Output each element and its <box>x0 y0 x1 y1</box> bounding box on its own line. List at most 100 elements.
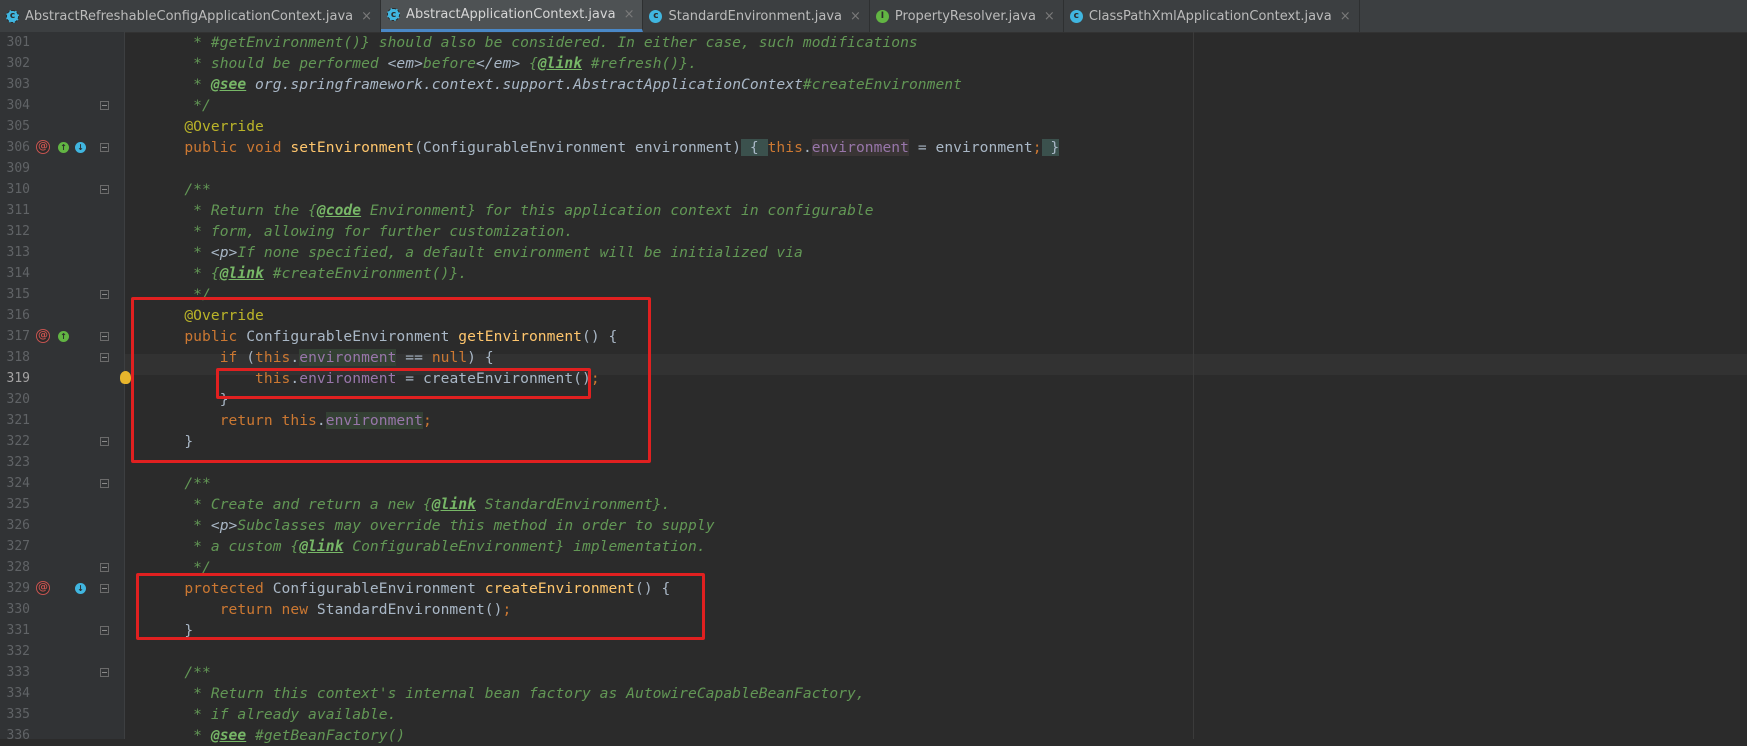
fold-end-icon[interactable] <box>100 563 109 572</box>
code-text[interactable]: * @see org.springframework.context.suppo… <box>149 74 962 95</box>
implements-method-icon[interactable]: ↓ <box>75 583 86 594</box>
line-number[interactable]: 331 <box>0 620 30 641</box>
code-text[interactable]: * should be performed <em>before</em> {@… <box>149 53 697 74</box>
close-tab-icon[interactable]: × <box>1340 9 1351 24</box>
line-number[interactable]: 327 <box>0 536 30 557</box>
annotation-marker-icon[interactable]: @ <box>36 140 50 154</box>
fold-end-icon[interactable] <box>100 101 109 110</box>
tab-label: AbstractRefreshableConfigApplicationCont… <box>25 8 354 24</box>
code-line: 312 * form, allowing for further customi… <box>0 221 1747 242</box>
fold-start-icon[interactable] <box>100 668 109 677</box>
annotation-marker-icon[interactable]: @ <box>36 329 50 343</box>
line-number[interactable]: 310 <box>0 179 30 200</box>
line-number[interactable]: 312 <box>0 221 30 242</box>
line-number[interactable]: 323 <box>0 452 30 473</box>
code-text[interactable]: @Override <box>149 116 264 137</box>
interface-file-icon: I <box>875 9 889 23</box>
tab-property-resolver[interactable]: I PropertyResolver.java × <box>870 0 1064 32</box>
fold-start-icon[interactable] <box>100 332 109 341</box>
code-text[interactable]: /** <box>149 662 211 683</box>
fold-end-icon[interactable] <box>100 437 109 446</box>
editor-tab-bar: c AbstractRefreshableConfigApplicationCo… <box>0 0 1747 33</box>
line-number[interactable]: 314 <box>0 263 30 284</box>
code-text[interactable]: * <p>Subclasses may override this method… <box>149 515 715 536</box>
line-number[interactable]: 305 <box>0 116 30 137</box>
intention-bulb-icon[interactable] <box>120 371 131 384</box>
line-number[interactable]: 318 <box>0 347 30 368</box>
line-number[interactable]: 330 <box>0 599 30 620</box>
line-number[interactable]: 328 <box>0 557 30 578</box>
line-number[interactable]: 301 <box>0 32 30 53</box>
fold-end-icon[interactable] <box>100 626 109 635</box>
code-line: 303 * @see org.springframework.context.s… <box>0 74 1747 95</box>
line-number[interactable]: 333 <box>0 662 30 683</box>
code-line: 306 @ ↑ ↓ public void setEnvironment(Con… <box>0 137 1747 158</box>
line-number[interactable]: 319 <box>0 368 30 389</box>
tab-label: PropertyResolver.java <box>894 8 1036 24</box>
line-number[interactable]: 302 <box>0 53 30 74</box>
line-number[interactable]: 335 <box>0 704 30 725</box>
line-number[interactable]: 326 <box>0 515 30 536</box>
code-editor[interactable]: 301 * #getEnvironment()} should also be … <box>0 32 1747 744</box>
line-number[interactable]: 303 <box>0 74 30 95</box>
overrides-method-icon[interactable]: ↑ <box>58 142 69 153</box>
code-text[interactable]: * Return the {@code Environment} for thi… <box>149 200 874 221</box>
code-text[interactable]: /** <box>149 473 211 494</box>
code-text[interactable]: * form, allowing for further customizati… <box>149 221 573 242</box>
code-line: 314 * {@link #createEnvironment()}. <box>0 263 1747 284</box>
close-tab-icon[interactable]: × <box>361 9 372 24</box>
line-number[interactable]: 324 <box>0 473 30 494</box>
code-line: 335 * if already available. <box>0 704 1747 725</box>
code-text[interactable]: * a custom {@link ConfigurableEnvironmen… <box>149 536 706 557</box>
line-number[interactable]: 320 <box>0 389 30 410</box>
line-number[interactable]: 315 <box>0 284 30 305</box>
line-number[interactable]: 322 <box>0 431 30 452</box>
code-line: 336 * @see #getBeanFactory() <box>0 725 1747 746</box>
line-number[interactable]: 332 <box>0 641 30 662</box>
tab-class-path-xml-application-context[interactable]: c ClassPathXmlApplicationContext.java × <box>1064 0 1360 32</box>
line-number[interactable]: 309 <box>0 158 30 179</box>
annotation-marker-icon[interactable]: @ <box>36 581 50 595</box>
line-number[interactable]: 329 <box>0 578 30 599</box>
close-tab-icon[interactable]: × <box>624 7 635 22</box>
close-tab-icon[interactable]: × <box>1044 9 1055 24</box>
line-number[interactable]: 313 <box>0 242 30 263</box>
code-text[interactable]: * if already available. <box>149 704 396 725</box>
fold-start-icon[interactable] <box>100 479 109 488</box>
code-text[interactable]: public void setEnvironment(ConfigurableE… <box>149 137 1060 158</box>
code-text[interactable]: * @see #getBeanFactory() <box>149 725 405 746</box>
tab-standard-environment[interactable]: c StandardEnvironment.java × <box>643 0 870 32</box>
line-number[interactable]: 304 <box>0 95 30 116</box>
implements-method-icon[interactable]: ↓ <box>75 142 86 153</box>
code-text[interactable]: * <p>If none specified, a default enviro… <box>149 242 803 263</box>
tab-label: AbstractApplicationContext.java <box>406 7 616 22</box>
fold-start-icon[interactable] <box>100 353 109 362</box>
code-text[interactable]: /** <box>149 179 211 200</box>
fold-expand-icon[interactable] <box>100 143 109 152</box>
code-text[interactable]: */ <box>149 95 211 116</box>
tab-abstract-refreshable-config-application-context[interactable]: c AbstractRefreshableConfigApplicationCo… <box>0 0 382 32</box>
code-text[interactable]: * #getEnvironment()} should also be cons… <box>149 32 918 53</box>
code-text[interactable]: * Create and return a new {@link Standar… <box>149 494 670 515</box>
line-number[interactable]: 321 <box>0 410 30 431</box>
abstract-class-file-icon: c <box>6 9 19 23</box>
line-number[interactable]: 317 <box>0 326 30 347</box>
line-number[interactable]: 311 <box>0 200 30 221</box>
line-number[interactable]: 316 <box>0 305 30 326</box>
code-line: 325 * Create and return a new {@link Sta… <box>0 494 1747 515</box>
close-tab-icon[interactable]: × <box>850 9 861 24</box>
code-text[interactable]: * Return this context's internal bean fa… <box>149 683 865 704</box>
fold-end-icon[interactable] <box>100 290 109 299</box>
line-number[interactable]: 334 <box>0 683 30 704</box>
code-text[interactable]: * {@link #createEnvironment()}. <box>149 263 467 284</box>
tab-label: ClassPathXmlApplicationContext.java <box>1088 8 1332 24</box>
line-number[interactable]: 325 <box>0 494 30 515</box>
fold-start-icon[interactable] <box>100 185 109 194</box>
line-number[interactable]: 306 <box>0 137 30 158</box>
line-number[interactable]: 336 <box>0 725 30 746</box>
tab-abstract-application-context[interactable]: c AbstractApplicationContext.java × <box>381 0 644 32</box>
fold-start-icon[interactable] <box>100 584 109 593</box>
code-line: 310 /** <box>0 179 1747 200</box>
class-file-icon: c <box>649 9 663 23</box>
overrides-method-icon[interactable]: ↑ <box>58 331 69 342</box>
